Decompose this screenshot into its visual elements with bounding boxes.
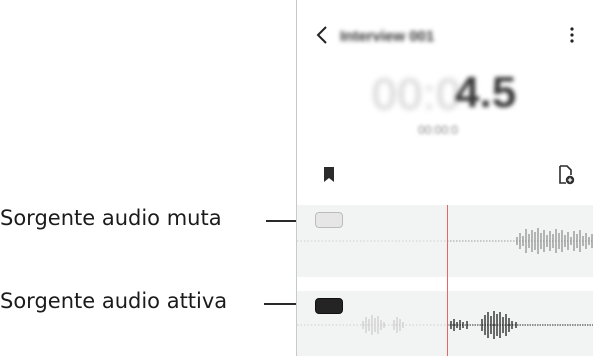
callout-active-source: Sorgente audio attiva: [0, 289, 228, 313]
elapsed-time-active: 4.5: [455, 68, 517, 117]
bookmark-icon[interactable]: [322, 166, 336, 184]
back-chevron-icon[interactable]: [315, 24, 329, 46]
add-file-icon[interactable]: [557, 165, 575, 185]
more-options-icon[interactable]: [565, 24, 579, 46]
voice-recorder-screen: Interview 001 00:0 4.5 00:00:0: [296, 0, 593, 356]
callout-muted-source: Sorgente audio muta: [0, 206, 222, 230]
recording-title: Interview 001: [340, 28, 435, 45]
elapsed-time-faded: 00:0: [372, 70, 462, 119]
active-track-waveform: [297, 311, 593, 339]
recording-timestamp: 00:00:0: [418, 123, 459, 137]
playhead[interactable]: [447, 205, 448, 356]
muted-track-waveform: [297, 228, 593, 254]
